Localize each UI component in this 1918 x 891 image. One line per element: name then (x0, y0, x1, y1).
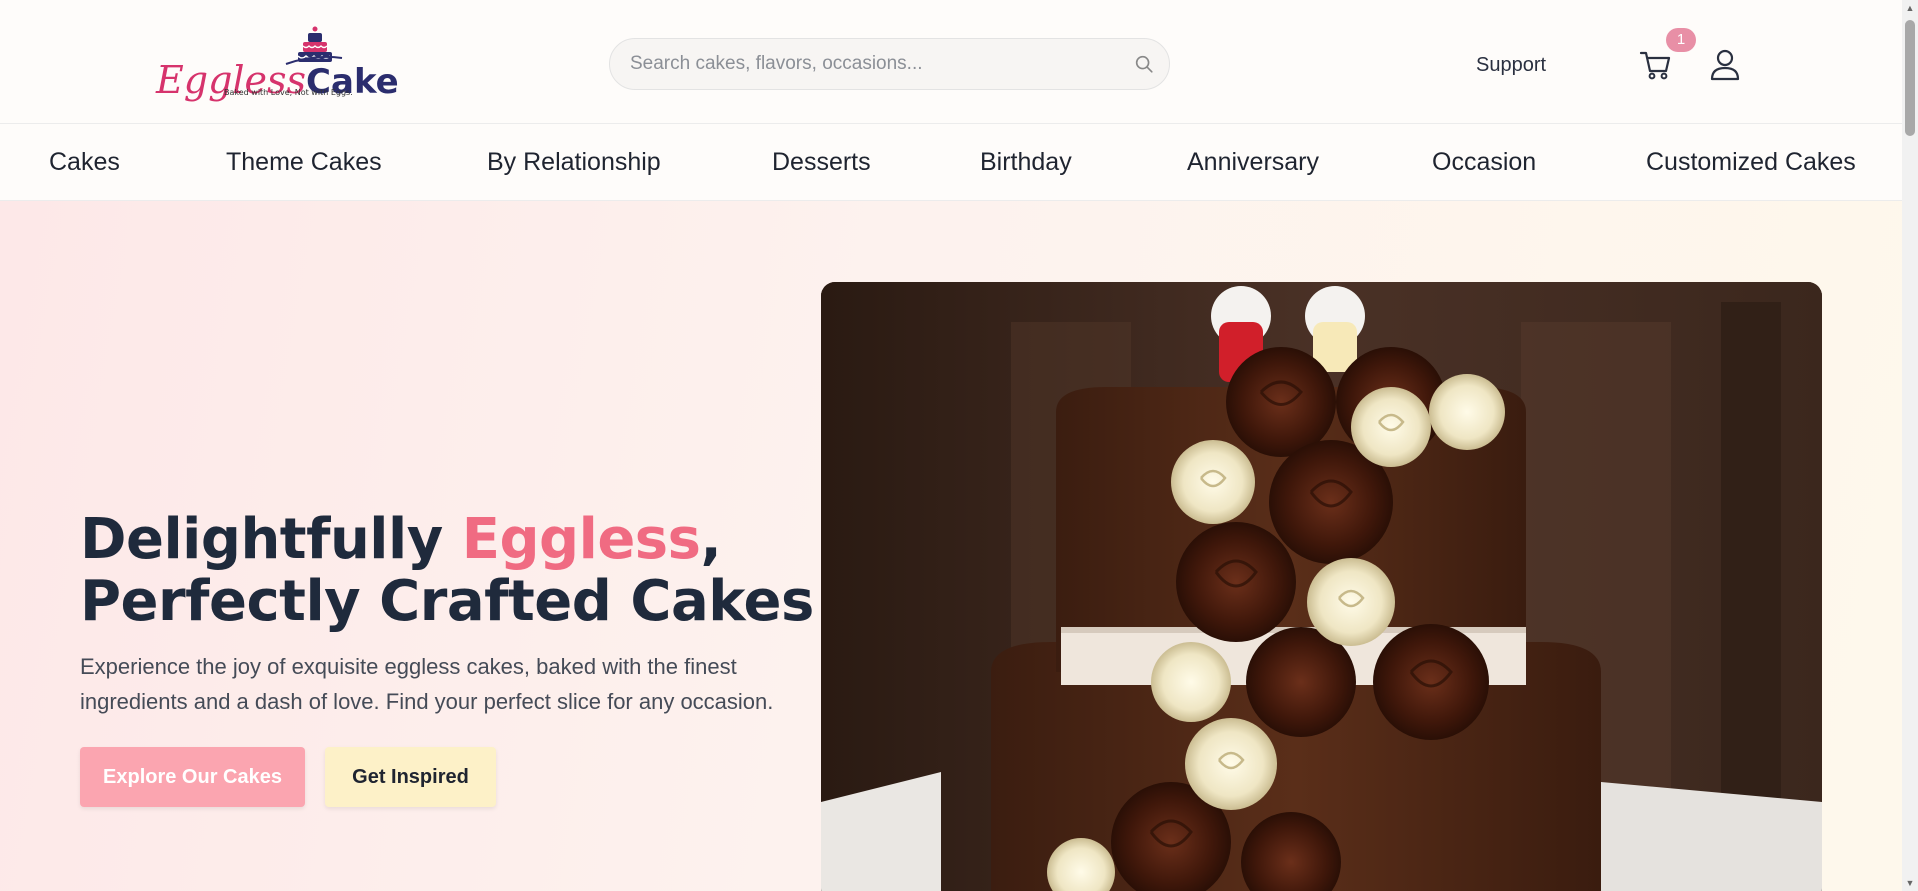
support-link[interactable]: Support (1476, 54, 1546, 77)
hero-subtitle: Experience the joy of exquisite eggless … (80, 654, 774, 714)
nav-item-cakes[interactable]: Cakes (49, 148, 120, 177)
cart-icon[interactable] (1638, 48, 1674, 82)
headline-accent: Eggless (461, 507, 701, 572)
hero-cake-image (821, 282, 1822, 891)
page-scrollbar[interactable]: ▲ ▼ (1902, 0, 1918, 891)
chocolate-cake-illustration (821, 282, 1822, 891)
scrollbar-thumb[interactable] (1905, 20, 1915, 136)
category-nav: Cakes Theme Cakes By Relationship Desser… (0, 124, 1902, 201)
nav-item-occasion[interactable]: Occasion (1432, 148, 1536, 177)
nav-item-anniversary[interactable]: Anniversary (1187, 148, 1319, 177)
search-icon[interactable] (1133, 53, 1155, 75)
cart-count-badge: 1 (1666, 28, 1696, 52)
search-input[interactable] (630, 39, 1130, 89)
search-bar (609, 38, 1170, 90)
logo-tagline: Baked with Love, Not with Eggs. (224, 88, 353, 97)
site-header: EgglessCake Baked with Love, Not with Eg… (0, 0, 1902, 124)
headline-line2: Perfectly Crafted Cakes (80, 569, 814, 634)
nav-item-theme-cakes[interactable]: Theme Cakes (226, 148, 382, 177)
hero-headline: Delightfully Eggless, Perfectly Crafted … (80, 509, 814, 633)
hero-section: Delightfully Eggless, Perfectly Crafted … (0, 201, 1902, 891)
scroll-down-arrow-icon[interactable]: ▼ (1905, 878, 1915, 888)
nav-item-desserts[interactable]: Desserts (772, 148, 871, 177)
headline-part1: Delightfully (80, 507, 462, 572)
user-account-icon[interactable] (1709, 48, 1741, 82)
scroll-up-arrow-icon[interactable]: ▲ (1905, 3, 1915, 13)
headline-part2: , (700, 507, 722, 572)
nav-item-birthday[interactable]: Birthday (980, 148, 1072, 177)
nav-item-customized-cakes[interactable]: Customized Cakes (1646, 148, 1856, 177)
explore-cakes-button[interactable]: Explore Our Cakes (80, 747, 305, 807)
logo[interactable]: EgglessCake Baked with Love, Not with Eg… (156, 22, 399, 106)
nav-item-by-relationship[interactable]: By Relationship (487, 148, 661, 177)
get-inspired-button[interactable]: Get Inspired (325, 747, 496, 807)
